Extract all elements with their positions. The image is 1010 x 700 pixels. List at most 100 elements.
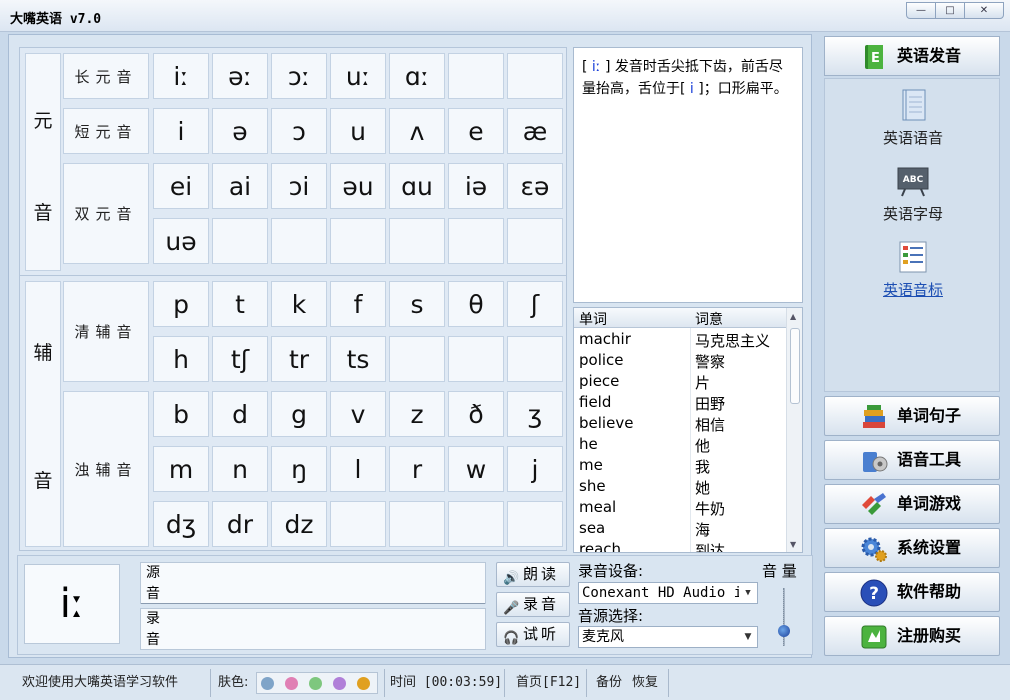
empty-cell bbox=[271, 218, 327, 264]
phonetic-cell[interactable]: dʒ bbox=[153, 501, 209, 547]
phonetic-cell[interactable]: d bbox=[212, 391, 268, 437]
word-list-row[interactable]: field 田野 bbox=[574, 392, 786, 413]
word-list-row[interactable]: police 警察 bbox=[574, 350, 786, 371]
phonetic-cell[interactable]: tr bbox=[271, 336, 327, 382]
skin-color-swatch[interactable] bbox=[357, 677, 370, 690]
word-list-row[interactable]: believe 相信 bbox=[574, 413, 786, 434]
volume-slider[interactable] bbox=[772, 588, 798, 646]
word-list-row[interactable]: reach 到达 bbox=[574, 539, 786, 552]
phonetic-cell[interactable]: əː bbox=[212, 53, 268, 99]
scroll-up-icon[interactable]: ▲ bbox=[790, 312, 796, 321]
phonetic-cell[interactable]: u bbox=[330, 108, 386, 154]
listen-button[interactable]: 🎧 试听 bbox=[496, 622, 570, 647]
phonetic-cell[interactable]: ʃ bbox=[507, 281, 563, 327]
phonetic-cell[interactable]: m bbox=[153, 446, 209, 492]
word-list-row[interactable]: me 我 bbox=[574, 455, 786, 476]
phonetic-cell[interactable]: ɑː bbox=[389, 53, 445, 99]
phonetic-cell[interactable]: i bbox=[153, 108, 209, 154]
phonetic-cell[interactable]: uː bbox=[330, 53, 386, 99]
header-meaning[interactable]: 词意 bbox=[695, 309, 723, 329]
phonetic-cell[interactable]: f bbox=[330, 281, 386, 327]
skin-color-swatch[interactable] bbox=[285, 677, 298, 690]
sidebar-button-software-help[interactable]: ? 软件帮助 bbox=[824, 572, 1000, 612]
phonetic-cell[interactable]: l bbox=[330, 446, 386, 492]
phonetic-cell[interactable]: n bbox=[212, 446, 268, 492]
meaning-cell: 相信 bbox=[695, 416, 726, 434]
audio-source-select[interactable]: 麦克风 ▼ bbox=[578, 626, 758, 648]
phonetic-cell[interactable]: v bbox=[330, 391, 386, 437]
phonetic-cell[interactable]: æ bbox=[507, 108, 563, 154]
word-list-row[interactable]: meal 牛奶 bbox=[574, 497, 786, 518]
read-aloud-button[interactable]: 🔊 朗读 bbox=[496, 562, 570, 587]
phonetic-cell[interactable]: iː bbox=[153, 53, 209, 99]
sidebar-button-words-sentences[interactable]: 单词句子 bbox=[824, 396, 1000, 436]
phonetic-cell[interactable]: əu bbox=[330, 163, 386, 209]
phonetic-cell[interactable]: t bbox=[212, 281, 268, 327]
word-list-row[interactable]: she 她 bbox=[574, 476, 786, 497]
phonetic-cell[interactable]: j bbox=[507, 446, 563, 492]
word-list-row[interactable]: machir 马克思主义 bbox=[574, 329, 786, 350]
phonetic-cell[interactable]: g bbox=[271, 391, 327, 437]
phonetic-cell[interactable]: ð bbox=[448, 391, 504, 437]
phonetic-cell[interactable]: uə bbox=[153, 218, 209, 264]
phonetic-cell[interactable]: ai bbox=[212, 163, 268, 209]
phonetic-cell[interactable]: ə bbox=[212, 108, 268, 154]
phonetic-cell[interactable]: ɔ bbox=[271, 108, 327, 154]
skin-label: 肤色: bbox=[218, 675, 249, 690]
close-button[interactable]: ✕ bbox=[964, 2, 1004, 19]
minimize-button[interactable]: — bbox=[906, 2, 936, 19]
phonetic-cell[interactable]: k bbox=[271, 281, 327, 327]
word-list-row[interactable]: piece 片 bbox=[574, 371, 786, 392]
home-link[interactable]: 首页[F12] bbox=[516, 673, 581, 693]
phonetic-cell[interactable]: e bbox=[448, 108, 504, 154]
phonetic-cell[interactable]: r bbox=[389, 446, 445, 492]
skin-color-swatch[interactable] bbox=[333, 677, 346, 690]
phonetic-cell[interactable]: ɛə bbox=[507, 163, 563, 209]
word-list-scrollbar[interactable]: ▲ ▼ bbox=[786, 308, 802, 552]
sidebar-header-pronunciation[interactable]: E 英语发音 bbox=[824, 36, 1000, 76]
chevron-down-icon[interactable]: ▼ bbox=[739, 627, 757, 647]
subitem-english-phonics[interactable]: 英语语音 bbox=[825, 87, 1001, 148]
phonetic-cell[interactable]: θ bbox=[448, 281, 504, 327]
word-list-row[interactable]: he 他 bbox=[574, 434, 786, 455]
phonetic-cell[interactable]: s bbox=[389, 281, 445, 327]
scroll-down-icon[interactable]: ▼ bbox=[790, 540, 796, 549]
subitem-english-alphabet[interactable]: ABC 英语字母 bbox=[825, 163, 1001, 224]
phonetic-cell[interactable]: ʒ bbox=[507, 391, 563, 437]
scroll-thumb[interactable] bbox=[790, 328, 800, 404]
phonetic-cell[interactable]: dz bbox=[271, 501, 327, 547]
skin-color-swatch[interactable] bbox=[309, 677, 322, 690]
phonetic-cell[interactable]: h bbox=[153, 336, 209, 382]
phonetic-cell[interactable]: iə bbox=[448, 163, 504, 209]
sidebar-button-system-settings[interactable]: 系统设置 bbox=[824, 528, 1000, 568]
phonetic-cell[interactable]: ɔː bbox=[271, 53, 327, 99]
skin-color-swatch[interactable] bbox=[261, 677, 274, 690]
volume-knob[interactable] bbox=[778, 625, 790, 637]
phonetic-cell[interactable]: ŋ bbox=[271, 446, 327, 492]
restore-button[interactable]: 恢复 bbox=[632, 673, 658, 693]
chevron-down-icon[interactable]: ▼ bbox=[739, 583, 757, 603]
phonetic-cell[interactable]: dr bbox=[212, 501, 268, 547]
phonetic-cell[interactable]: ɑu bbox=[389, 163, 445, 209]
phonetic-cell[interactable]: z bbox=[389, 391, 445, 437]
sidebar-button-word-games[interactable]: 单词游戏 bbox=[824, 484, 1000, 524]
phonetic-cell[interactable]: w bbox=[448, 446, 504, 492]
phonetic-cell[interactable]: ʌ bbox=[389, 108, 445, 154]
word-list-row[interactable]: sea 海 bbox=[574, 518, 786, 539]
svg-text:ABC: ABC bbox=[903, 175, 924, 185]
phonetic-cell[interactable]: tʃ bbox=[212, 336, 268, 382]
phonetic-cell[interactable]: ts bbox=[330, 336, 386, 382]
record-button[interactable]: 🎤 录音 bbox=[496, 592, 570, 617]
sidebar-button-voice-tools[interactable]: 语音工具 bbox=[824, 440, 1000, 480]
phonetic-cell[interactable]: b bbox=[153, 391, 209, 437]
phonetic-cell[interactable]: ɔi bbox=[271, 163, 327, 209]
sidebar-button-register-buy[interactable]: 注册购买 bbox=[824, 616, 1000, 656]
maximize-button[interactable]: □ bbox=[935, 2, 965, 19]
subitem-english-phonetics[interactable]: 英语音标 bbox=[825, 239, 1001, 300]
recording-device-select[interactable]: Conexant HD Audio i ▼ bbox=[578, 582, 758, 604]
phonetic-cell[interactable]: p bbox=[153, 281, 209, 327]
header-word[interactable]: 单词 bbox=[579, 309, 607, 329]
backup-button[interactable]: 备份 bbox=[596, 673, 622, 693]
phonetic-cell[interactable]: ei bbox=[153, 163, 209, 209]
vowel-label-char: 元 bbox=[33, 110, 53, 132]
